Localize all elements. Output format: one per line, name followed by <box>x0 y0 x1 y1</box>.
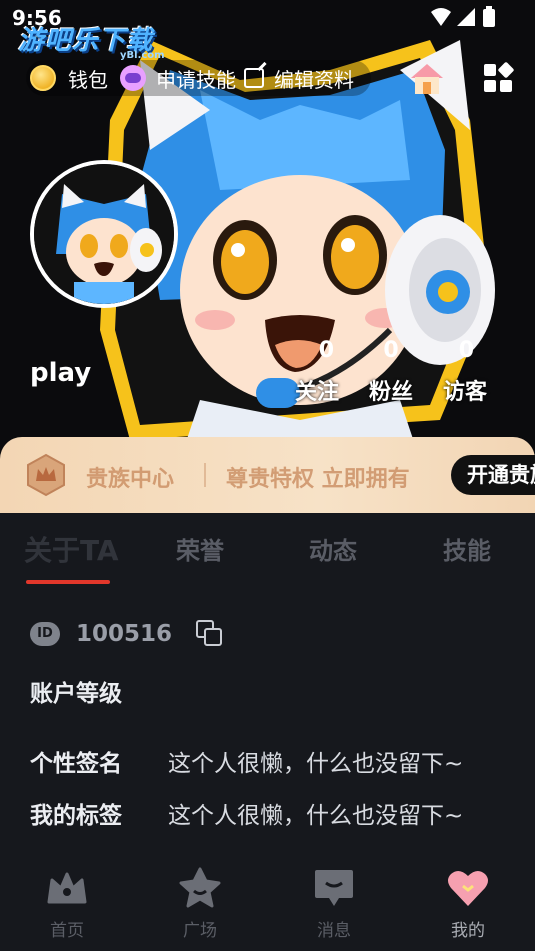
active-tab-indicator <box>26 580 110 584</box>
battery-icon <box>483 9 495 27</box>
nav-mine[interactable]: 我的 <box>418 866 518 946</box>
vip-divider <box>204 463 206 487</box>
user-id-value: 100516 <box>76 621 173 647</box>
heart-icon <box>448 870 488 906</box>
tab-moments[interactable]: 动态 <box>309 531 357 566</box>
stat-fans[interactable]: 0 粉丝 <box>356 338 426 406</box>
tags-value: 这个人很懒，什么也没留下~ <box>168 803 464 829</box>
nav-mine-label: 我的 <box>451 921 485 941</box>
open-vip-button[interactable]: 开通贵族 <box>451 455 535 495</box>
nav-square[interactable]: 广场 <box>150 866 250 946</box>
edit-profile-button[interactable]: 编辑资料 <box>244 64 354 92</box>
wallet-label: 钱包 <box>68 67 108 92</box>
id-badge: ID <box>30 622 60 646</box>
stat-following-label: 关注 <box>294 380 339 405</box>
wallet-button[interactable]: 钱包 <box>30 64 108 92</box>
profile-tabs: 关于TA 荣誉 动态 技能 <box>0 513 535 593</box>
crown-icon <box>47 872 87 904</box>
house-icon[interactable] <box>407 60 447 96</box>
star-icon <box>179 867 221 908</box>
copy-icon[interactable] <box>196 620 224 648</box>
nav-home-label: 首页 <box>50 921 84 941</box>
nav-messages[interactable]: 消息 <box>284 866 384 946</box>
nav-square-label: 广场 <box>183 921 217 941</box>
profile-header: 9:56 游吧乐下载 yBl.com 钱包 申请技能 编辑资料 play 0 关… <box>0 0 535 460</box>
stat-following-value: 0 <box>318 338 334 363</box>
about-section: ID 100516 账户等级 个性签名 这个人很懒，什么也没留下~ 我的标签 这… <box>0 600 535 850</box>
vip-description: 尊贵特权 立即拥有 <box>226 467 410 492</box>
vip-title: 贵族中心 <box>86 467 175 492</box>
tab-honors[interactable]: 荣誉 <box>176 531 224 566</box>
apply-skill-button[interactable]: 申请技能 <box>120 64 236 92</box>
bottom-navigation: 首页 广场 消息 我的 <box>0 860 535 951</box>
stat-following[interactable]: 0 关注 <box>282 338 352 406</box>
stat-fans-value: 0 <box>383 338 399 363</box>
wifi-icon <box>431 8 451 26</box>
signal-icon <box>457 8 475 26</box>
vip-crown-badge-icon <box>27 453 65 497</box>
grid-menu-icon[interactable] <box>484 61 515 94</box>
profile-stats: 0 关注 0 粉丝 0 访客 <box>282 338 502 408</box>
vip-banner[interactable]: 贵族中心 尊贵特权 立即拥有 开通贵族 <box>0 437 535 513</box>
user-id-row: ID 100516 <box>30 618 172 650</box>
nav-home[interactable]: 首页 <box>17 866 117 946</box>
signature-value: 这个人很懒，什么也没留下~ <box>168 751 464 777</box>
signature-label: 个性签名 <box>30 751 122 777</box>
apply-skill-label: 申请技能 <box>156 67 236 92</box>
tab-skills[interactable]: 技能 <box>443 531 491 566</box>
avatar-image <box>34 164 174 304</box>
nav-messages-label: 消息 <box>317 921 351 941</box>
stat-visitors[interactable]: 0 访客 <box>430 338 500 406</box>
username: play <box>30 358 92 388</box>
status-icons <box>431 6 495 27</box>
tags-label: 我的标签 <box>30 803 122 829</box>
gamepad-icon <box>120 65 146 91</box>
stat-visitors-value: 0 <box>458 338 474 363</box>
edit-icon <box>244 68 264 88</box>
stat-visitors-label: 访客 <box>442 380 487 405</box>
account-level-label: 账户等级 <box>30 681 122 707</box>
top-action-bar: 钱包 申请技能 编辑资料 <box>26 60 516 96</box>
edit-profile-label: 编辑资料 <box>274 67 354 92</box>
stat-fans-label: 粉丝 <box>368 380 413 405</box>
tab-about[interactable]: 关于TA <box>24 529 119 569</box>
avatar[interactable] <box>30 160 178 308</box>
message-icon <box>315 870 353 906</box>
coin-icon <box>30 65 56 91</box>
